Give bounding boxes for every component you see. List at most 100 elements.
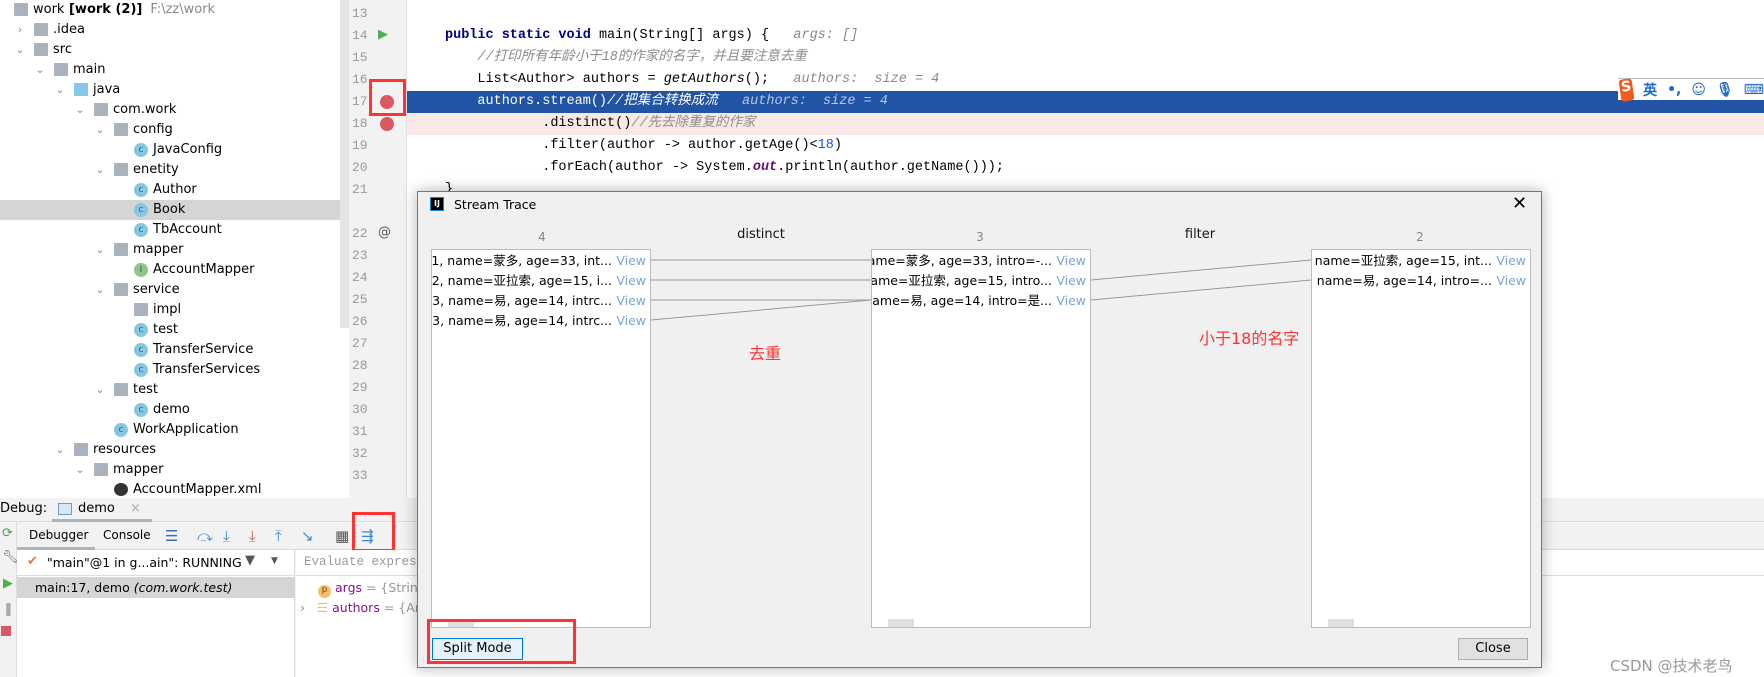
line-number: 25 [352, 292, 368, 307]
view-link[interactable]: View [1054, 251, 1086, 271]
code-line[interactable] [407, 3, 1764, 25]
layout-icon[interactable]: ☰ [165, 527, 178, 545]
debug-tab-demo[interactable]: demo × [52, 498, 152, 522]
view-link[interactable]: View [1494, 271, 1526, 291]
tree-item[interactable]: ⌄ test [0, 380, 340, 400]
view-link[interactable]: View [614, 291, 646, 311]
code-line[interactable]: .filter(author -> author.getAge()<18) [407, 135, 1764, 157]
resume-icon[interactable]: ▶ [3, 576, 13, 591]
code-line[interactable]: //打印所有年龄小于18的作家的名字，并且要注意去重 [407, 47, 1764, 69]
trace-item[interactable]: 1, name=蒙多, age=33, intro=-...View [872, 251, 1090, 271]
tree-item[interactable]: › .idea [0, 20, 340, 40]
tree-item[interactable]: ⌄ main [0, 60, 340, 80]
thread-selector[interactable]: ✔ "main"@1 in g...ain": RUNNING ▼ ▼ [17, 550, 295, 576]
tree-item[interactable]: c JavaConfig [0, 140, 340, 160]
tree-item[interactable]: c TransferServices [0, 360, 340, 380]
tree-item[interactable]: work [work (2)] F:\zz\work [0, 0, 340, 20]
step-out-icon[interactable]: ⤒ [275, 527, 282, 545]
project-scrollbar[interactable] [340, 0, 349, 328]
chevron-down-icon[interactable]: ⌄ [94, 160, 106, 180]
tree-item[interactable]: impl [0, 300, 340, 320]
tree-item[interactable]: ⌄ mapper [0, 240, 340, 260]
tree-item[interactable]: ⌄ com.work [0, 100, 340, 120]
tree-item[interactable]: c Author [0, 180, 340, 200]
microphone-icon[interactable]: 🎙︎ [1716, 82, 1734, 98]
tree-item[interactable]: ⌄ src [0, 40, 340, 60]
trace-column[interactable]: 1, name=蒙多, age=33, intro=-...View2, nam… [871, 249, 1091, 628]
trace-item[interactable]: (id=1, name=蒙多, age=33, int...View [432, 251, 650, 271]
tree-item[interactable]: ⌄ java [0, 80, 340, 100]
run-icon[interactable]: ▶ [378, 27, 388, 42]
chevron-down-icon[interactable]: ⌄ [94, 120, 106, 140]
chevron-down-icon[interactable]: ⌄ [54, 80, 66, 100]
trace-item[interactable]: d=2, name=亚拉索, age=15, int...View [1312, 251, 1530, 271]
variable-authors[interactable]: › ☰ authors = {Arr [300, 600, 425, 615]
variable-args[interactable]: p args = {String [318, 580, 426, 598]
rerun-icon[interactable]: ⟳ [2, 526, 13, 541]
step-into-icon[interactable]: ⤓ [223, 527, 230, 545]
close-tab-icon[interactable]: × [130, 501, 141, 516]
chevron-down-icon[interactable]: ⌄ [14, 40, 26, 60]
trace-item[interactable]: 2, name=亚拉索, age=15, intro...View [872, 271, 1090, 291]
trace-item[interactable]: (id=2, name=亚拉索, age=15, i...View [432, 271, 650, 291]
step-over-icon[interactable]: ⤼ [197, 527, 213, 545]
code-line[interactable]: authors.stream()//把集合转换成流 authors: size … [407, 91, 1764, 113]
horizontal-scrollbar[interactable] [1328, 619, 1354, 627]
view-link[interactable]: View [614, 311, 646, 331]
code-line[interactable]: .distinct()//先去除重复的作家 [407, 113, 1764, 135]
tree-item[interactable]: ⌄ mapper [0, 460, 340, 480]
ime-lang[interactable]: 英 [1643, 80, 1657, 100]
breakpoint-icon[interactable] [380, 117, 394, 131]
ime-punct[interactable]: •, [1667, 82, 1681, 98]
tree-item[interactable]: c TransferService [0, 340, 340, 360]
chevron-down-icon[interactable]: ⌄ [94, 280, 106, 300]
trace-column[interactable]: (id=1, name=蒙多, age=33, int...View(id=2,… [431, 249, 651, 628]
close-button[interactable]: Close [1458, 638, 1528, 660]
dropdown-arrow-icon[interactable]: ▼ [271, 556, 278, 566]
code-line[interactable]: .forEach(author -> System.out.println(au… [407, 157, 1764, 179]
chevron-down-icon[interactable]: ⌄ [54, 440, 66, 460]
chevron-down-icon[interactable]: ⌄ [74, 100, 86, 120]
force-step-into-icon[interactable]: ⤓ [249, 527, 256, 545]
trace-column[interactable]: d=2, name=亚拉索, age=15, int...Viewd=3, na… [1311, 249, 1531, 628]
chevron-down-icon[interactable]: ⌄ [94, 380, 106, 400]
view-link[interactable]: View [1054, 291, 1086, 311]
tree-item[interactable]: ⌄ service [0, 280, 340, 300]
trace-item[interactable]: 3, name=易, age=14, intro=是...View [872, 291, 1090, 311]
filter-icon[interactable]: ▼ [245, 553, 255, 568]
tree-item[interactable]: AccountMapper.xml [0, 480, 340, 500]
code-line[interactable]: List<Author> authors = getAuthors(); aut… [407, 69, 1764, 91]
keyboard-icon[interactable]: ⌨ [1744, 82, 1764, 98]
horizontal-scrollbar[interactable] [888, 619, 914, 627]
chevron-right-icon[interactable]: › [14, 20, 26, 40]
tree-item[interactable]: c Book [0, 200, 340, 220]
tree-item[interactable]: c WorkApplication [0, 420, 340, 440]
smiley-icon[interactable]: ☺ [1691, 82, 1706, 98]
stack-frame[interactable]: main:17, demo (com.work.test) [17, 577, 295, 598]
tab-console[interactable]: Console [103, 528, 151, 542]
tab-debugger[interactable]: Debugger [29, 528, 88, 542]
trace-item[interactable]: d=3, name=易, age=14, intro=...View [1312, 271, 1530, 291]
view-link[interactable]: View [1054, 271, 1086, 291]
run-to-cursor-icon[interactable]: ↘ [301, 527, 314, 545]
tree-item[interactable]: ⌄ enetity [0, 160, 340, 180]
code-line[interactable]: public static void main(String[] args) {… [407, 25, 1764, 47]
sogou-logo-icon[interactable]: S [1618, 77, 1635, 102]
view-link[interactable]: View [614, 271, 646, 291]
tree-item[interactable]: ⌄ config [0, 120, 340, 140]
view-link[interactable]: View [614, 251, 646, 271]
view-link[interactable]: View [1494, 251, 1526, 271]
trace-item[interactable]: (id=3, name=易, age=14, intrc...View [432, 291, 650, 311]
close-icon[interactable]: ✕ [1512, 193, 1527, 214]
tree-item[interactable]: ⌄ resources [0, 440, 340, 460]
stop-icon[interactable] [1, 626, 11, 636]
tree-item[interactable]: c TbAccount [0, 220, 340, 240]
tree-item[interactable]: c demo [0, 400, 340, 420]
chevron-down-icon[interactable]: ⌄ [94, 240, 106, 260]
chevron-down-icon[interactable]: ⌄ [74, 460, 86, 480]
chevron-down-icon[interactable]: ⌄ [34, 60, 46, 80]
trace-item[interactable]: (id=3, name=易, age=14, intrc...View [432, 311, 650, 331]
tree-item[interactable]: I AccountMapper [0, 260, 340, 280]
evaluate-expression-icon[interactable]: ▦ [335, 527, 349, 545]
tree-item[interactable]: c test [0, 320, 340, 340]
